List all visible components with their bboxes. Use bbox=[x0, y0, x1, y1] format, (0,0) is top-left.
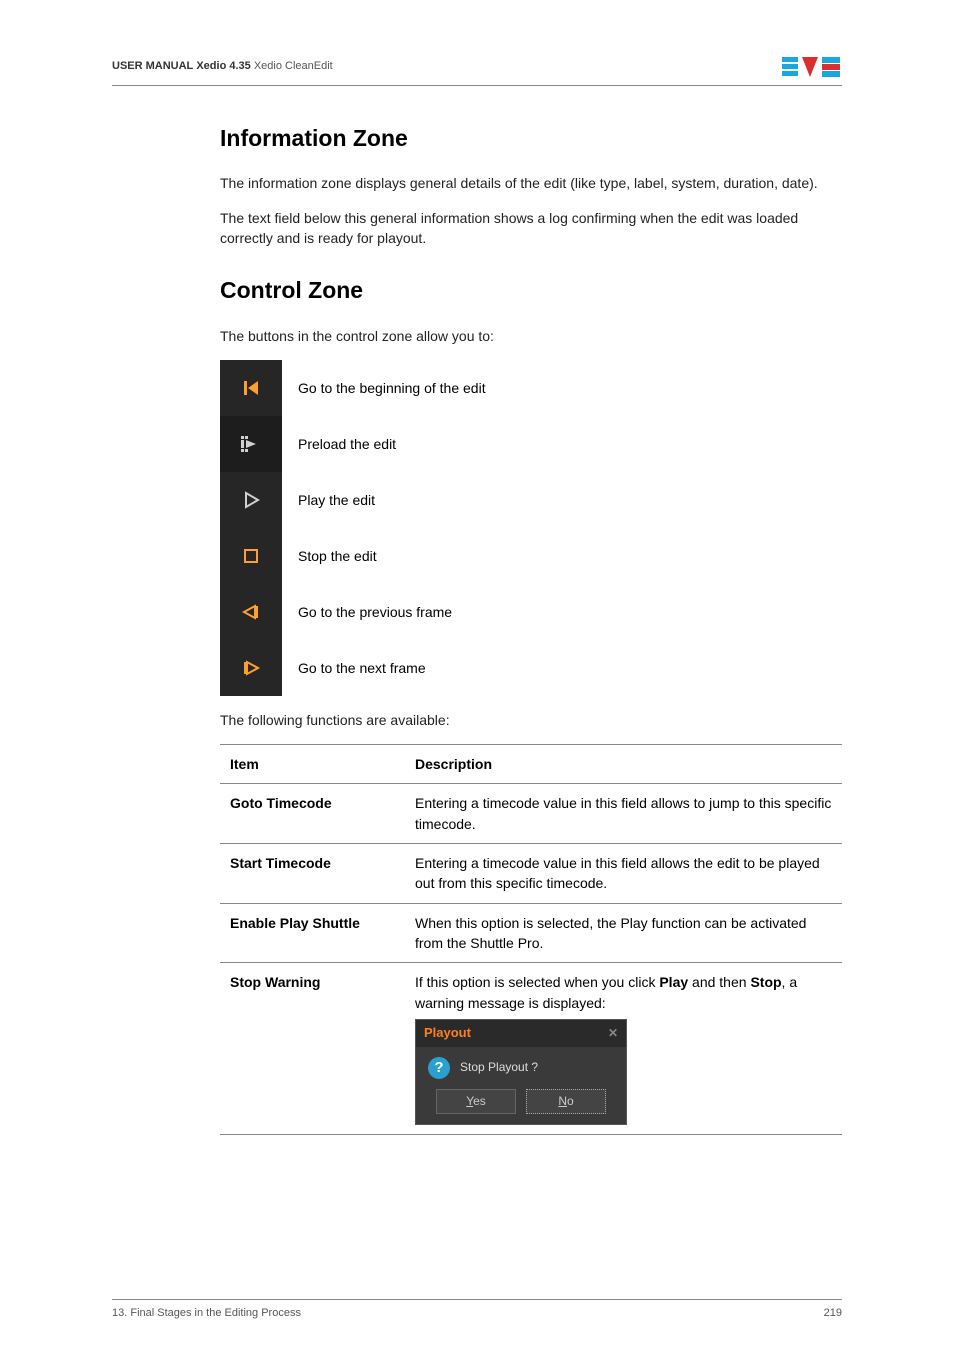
header-text: USER MANUAL Xedio 4.35 Xedio CleanEdit bbox=[112, 59, 333, 75]
stop-icon[interactable] bbox=[220, 528, 282, 584]
table-row: Start Timecode Entering a timecode value… bbox=[220, 844, 842, 904]
play-icon[interactable] bbox=[220, 472, 282, 528]
footer-right: 219 bbox=[824, 1306, 842, 1322]
table-header-row: Item Description bbox=[220, 745, 842, 784]
preload-icon[interactable] bbox=[220, 416, 282, 472]
next-frame-icon[interactable] bbox=[220, 640, 282, 696]
question-icon: ? bbox=[428, 1057, 450, 1079]
table-row: Stop Warning If this option is selected … bbox=[220, 963, 842, 1135]
stop-warning-pre: If this option is selected when you clic… bbox=[415, 974, 659, 990]
control-row-prev: Go to the previous frame bbox=[220, 584, 842, 640]
control-row-stop: Stop the edit bbox=[220, 528, 842, 584]
go-to-beginning-label: Go to the beginning of the edit bbox=[298, 378, 486, 398]
stop-label: Stop the edit bbox=[298, 546, 377, 566]
info-zone-p2: The text field below this general inform… bbox=[220, 208, 842, 249]
functions-intro: The following functions are available: bbox=[220, 710, 842, 730]
control-zone-title: Control Zone bbox=[220, 274, 842, 307]
enable-shuttle-desc: When this option is selected, the Play f… bbox=[405, 903, 842, 963]
previous-frame-icon[interactable] bbox=[220, 584, 282, 640]
table-row: Goto Timecode Entering a timecode value … bbox=[220, 784, 842, 844]
th-item: Item bbox=[220, 745, 405, 784]
previous-frame-label: Go to the previous frame bbox=[298, 602, 452, 622]
info-zone-title: Information Zone bbox=[220, 122, 842, 155]
goto-timecode-item: Goto Timecode bbox=[220, 784, 405, 844]
control-row-play: Play the edit bbox=[220, 472, 842, 528]
dialog-message: Stop Playout ? bbox=[460, 1059, 538, 1076]
play-label: Play the edit bbox=[298, 490, 375, 510]
stop-warning-play: Play bbox=[659, 974, 688, 990]
stop-warning-desc: If this option is selected when you clic… bbox=[405, 963, 842, 1135]
dialog-title-text: Playout bbox=[424, 1024, 471, 1043]
control-zone-intro: The buttons in the control zone allow yo… bbox=[220, 326, 842, 346]
stop-warning-mid: and then bbox=[688, 974, 750, 990]
header-manual: USER MANUAL bbox=[112, 60, 193, 72]
enable-shuttle-item: Enable Play Shuttle bbox=[220, 903, 405, 963]
dialog-buttons: Yes No bbox=[416, 1089, 626, 1124]
table-row: Enable Play Shuttle When this option is … bbox=[220, 903, 842, 963]
dialog-body: ? Stop Playout ? bbox=[416, 1047, 626, 1089]
yes-button[interactable]: Yes bbox=[436, 1089, 516, 1114]
footer-left: 13. Final Stages in the Editing Process bbox=[112, 1306, 301, 1322]
control-row-next: Go to the next frame bbox=[220, 640, 842, 696]
info-zone-p1: The information zone displays general de… bbox=[220, 173, 842, 193]
stop-warning-stop: Stop bbox=[750, 974, 781, 990]
no-button[interactable]: No bbox=[526, 1089, 606, 1114]
functions-table: Item Description Goto Timecode Entering … bbox=[220, 744, 842, 1135]
preload-label: Preload the edit bbox=[298, 434, 396, 454]
start-timecode-desc: Entering a timecode value in this field … bbox=[405, 844, 842, 904]
start-timecode-item: Start Timecode bbox=[220, 844, 405, 904]
th-description: Description bbox=[405, 745, 842, 784]
stop-warning-item: Stop Warning bbox=[220, 963, 405, 1135]
dialog-titlebar: Playout ✕ bbox=[416, 1020, 626, 1047]
goto-timecode-desc: Entering a timecode value in this field … bbox=[405, 784, 842, 844]
control-row-preload: Preload the edit bbox=[220, 416, 842, 472]
go-to-beginning-icon[interactable] bbox=[220, 360, 282, 416]
header-module: Xedio CleanEdit bbox=[254, 60, 333, 72]
evs-logo bbox=[782, 55, 842, 79]
page-footer: 13. Final Stages in the Editing Process … bbox=[112, 1299, 842, 1322]
playout-dialog: Playout ✕ ? Stop Playout ? Yes No bbox=[415, 1019, 627, 1125]
control-row-begin: Go to the beginning of the edit bbox=[220, 360, 842, 416]
close-icon[interactable]: ✕ bbox=[608, 1025, 618, 1042]
page-header: USER MANUAL Xedio 4.35 Xedio CleanEdit bbox=[112, 55, 842, 86]
next-frame-label: Go to the next frame bbox=[298, 658, 426, 678]
header-product: Xedio 4.35 bbox=[196, 60, 250, 72]
